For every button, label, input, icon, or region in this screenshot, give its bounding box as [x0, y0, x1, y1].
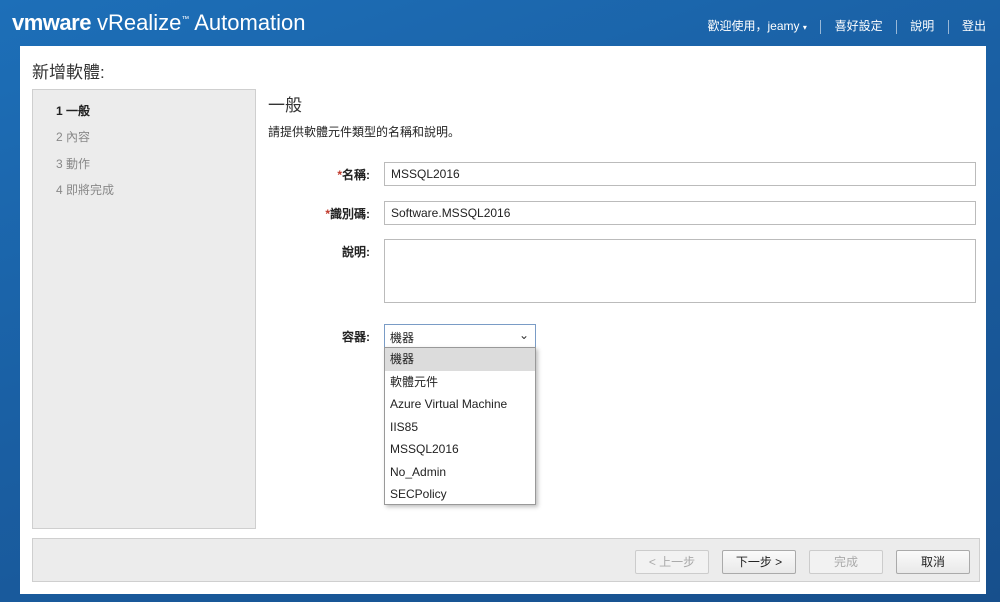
- dropdown-option[interactable]: SECPolicy: [385, 483, 535, 506]
- container-select[interactable]: 機器 ⌄: [384, 324, 536, 348]
- wizard-steps: 1 一般 2 內容 3 動作 4 即將完成: [32, 89, 256, 529]
- container-label: 容器:: [342, 330, 370, 344]
- dropdown-option[interactable]: IIS85: [385, 416, 535, 439]
- cancel-button[interactable]: 取消: [896, 550, 970, 574]
- step-properties[interactable]: 2 內容: [56, 128, 90, 145]
- next-button[interactable]: 下一步 >: [722, 550, 796, 574]
- previous-button[interactable]: < 上一步: [635, 550, 709, 574]
- nav-divider: [895, 19, 897, 34]
- vmware-logo: vmware vRealize™ Automation: [12, 10, 306, 36]
- dropdown-option[interactable]: No_Admin: [385, 461, 535, 484]
- section-title: 一般: [268, 96, 302, 115]
- wizard-panel: 新增軟體: 1 一般 2 內容 3 動作 4 即將完成 一般 請提供軟體元件類型…: [20, 46, 986, 594]
- brand-name: vmware: [12, 10, 91, 35]
- dropdown-option[interactable]: 機器: [385, 348, 535, 371]
- chevron-down-icon: ▾: [802, 23, 807, 32]
- product-suffix: Automation: [194, 10, 306, 35]
- nav-divider: [820, 19, 822, 34]
- dropdown-option[interactable]: 軟體元件: [385, 371, 535, 394]
- finish-button[interactable]: 完成: [809, 550, 883, 574]
- id-input[interactable]: [384, 201, 976, 225]
- description-label: 說明:: [342, 245, 370, 259]
- name-input[interactable]: [384, 162, 976, 186]
- step-ready-to-complete[interactable]: 4 即將完成: [56, 181, 114, 198]
- container-selected-value: 機器: [390, 331, 415, 345]
- nav-divider: [947, 19, 949, 34]
- chevron-down-icon: ⌄: [518, 328, 529, 342]
- product-name: vRealize: [96, 10, 182, 35]
- trademark-mark: ™: [181, 14, 190, 24]
- step-general[interactable]: 1 一般: [56, 102, 90, 119]
- container-dropdown: 機器 軟體元件 Azure Virtual Machine IIS85 MSSQ…: [384, 347, 536, 505]
- general-section: 一般 請提供軟體元件類型的名稱和說明。 *名稱: *識別碼: 說明: 容器: 機…: [268, 89, 980, 529]
- name-label: *名稱:: [337, 168, 370, 182]
- top-nav: 歡迎使用，jeamy ▾ 喜好設定 說明 登出: [708, 17, 986, 34]
- user-menu[interactable]: 歡迎使用，jeamy ▾: [708, 17, 807, 34]
- welcome-text: 歡迎使用，jeamy: [707, 19, 800, 33]
- preferences-link[interactable]: 喜好設定: [835, 17, 883, 34]
- help-link[interactable]: 說明: [910, 17, 934, 34]
- logout-link[interactable]: 登出: [962, 17, 986, 34]
- dropdown-option[interactable]: Azure Virtual Machine: [385, 393, 535, 416]
- description-textarea[interactable]: [384, 239, 976, 303]
- app-header: vmware vRealize™ Automation 歡迎使用，jeamy ▾ …: [0, 0, 1000, 46]
- page-title: 新增軟體:: [32, 63, 105, 82]
- wizard-footer: < 上一步 下一步 > 完成 取消: [32, 538, 980, 582]
- step-actions[interactable]: 3 動作: [56, 155, 90, 172]
- dropdown-option[interactable]: MSSQL2016: [385, 438, 535, 461]
- id-label: *識別碼:: [325, 207, 370, 221]
- section-description: 請提供軟體元件類型的名稱和說明。: [268, 125, 461, 139]
